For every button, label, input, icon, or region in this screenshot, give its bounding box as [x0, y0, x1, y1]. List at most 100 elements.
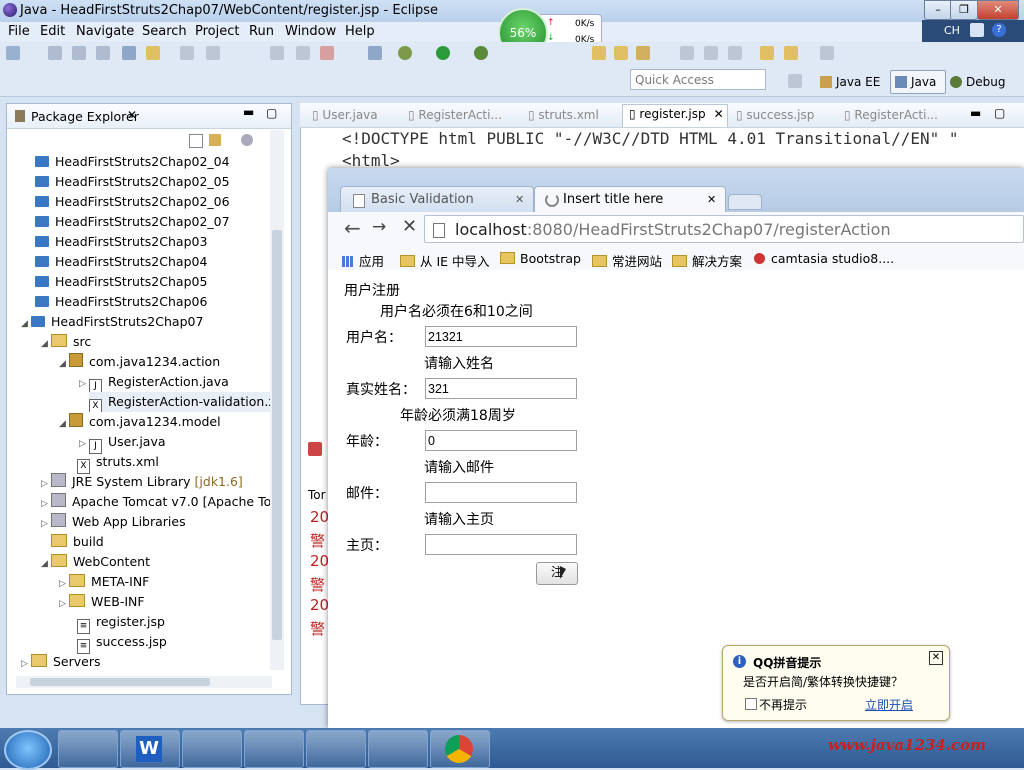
close-view-icon[interactable]: ✕: [127, 108, 137, 122]
expanded-arrow-icon[interactable]: ◢: [21, 314, 31, 334]
tree-item[interactable]: ≡ success.jsp: [77, 632, 167, 654]
scrollbar-thumb[interactable]: [272, 230, 282, 640]
tree-item[interactable]: ◢ WebContent: [41, 552, 150, 572]
help-icon[interactable]: ?: [992, 23, 1006, 37]
close-tab-icon[interactable]: ✕: [515, 187, 524, 213]
tree-item[interactable]: HeadFirstStruts2Chap04: [35, 252, 207, 272]
undo-icon[interactable]: [180, 46, 194, 60]
ime-language[interactable]: CH: [944, 24, 960, 37]
qq-popup-close-icon[interactable]: ✕: [929, 651, 943, 665]
taskbar-chrome-icon[interactable]: [430, 730, 490, 768]
homepage-input[interactable]: [425, 534, 577, 555]
editor-tab-success-jsp[interactable]: ▯ success.jsp: [736, 106, 814, 124]
menu-help[interactable]: Help: [345, 24, 375, 39]
age-input[interactable]: [425, 430, 577, 451]
keyboard-icon[interactable]: [970, 23, 984, 37]
tree-item[interactable]: HeadFirstStruts2Chap02_04: [35, 152, 230, 172]
new-tab-button[interactable]: [728, 194, 762, 210]
close-tab-icon[interactable]: ✕: [714, 107, 724, 121]
expanded-arrow-icon[interactable]: ◢: [41, 334, 51, 354]
terminate-icon[interactable]: [320, 46, 334, 60]
open-type-icon[interactable]: [146, 46, 160, 60]
pen-icon[interactable]: [636, 46, 650, 60]
new-folder-icon[interactable]: [592, 46, 606, 60]
prev-annotation-icon[interactable]: [704, 46, 718, 60]
quick-access-input[interactable]: Quick Access: [630, 69, 766, 90]
tree-item[interactable]: ▷ META-INF: [59, 572, 149, 592]
expanded-arrow-icon[interactable]: ◢: [59, 414, 69, 434]
tree-item[interactable]: HeadFirstStruts2Chap06: [35, 292, 207, 312]
editor-tab-user-java[interactable]: ▯ User.java: [312, 106, 378, 124]
menu-edit[interactable]: Edit: [40, 24, 65, 39]
browser-tab-basic-validation[interactable]: Basic Validation ✕: [340, 186, 534, 213]
tree-item[interactable]: ▷ Servers: [21, 652, 101, 672]
editor-maximize-icon[interactable]: ▢: [994, 106, 1005, 120]
forward-icon[interactable]: [784, 46, 798, 60]
collapsed-arrow-icon[interactable]: ▷: [79, 374, 89, 394]
nav-forward-icon[interactable]: [820, 46, 834, 60]
tree-item[interactable]: HeadFirstStruts2Chap02_07: [35, 212, 230, 232]
editor-tab-registeraction[interactable]: ▯ RegisterActi...: [408, 106, 502, 124]
editor-tab-register-jsp[interactable]: ▯ register.jsp ✕: [622, 104, 728, 127]
collapsed-arrow-icon[interactable]: ▷: [41, 474, 51, 494]
step-icon[interactable]: [270, 46, 284, 60]
bookmark-folder[interactable]: Bootstrap: [500, 251, 581, 266]
tree-item[interactable]: ◢ src: [41, 332, 91, 352]
new-icon[interactable]: [6, 46, 20, 60]
open-perspective-icon[interactable]: [788, 74, 802, 88]
tree-item[interactable]: ▷ Web App Libraries: [41, 512, 186, 532]
horizontal-scrollbar-thumb[interactable]: [30, 678, 210, 686]
editor-tab-registeraction-2[interactable]: ▯ RegisterActi...: [844, 106, 938, 124]
minimize-button[interactable]: –: [924, 0, 952, 20]
tree-item[interactable]: ◢ com.java1234.action: [59, 352, 220, 372]
taskbar-app-icon[interactable]: [182, 730, 242, 768]
skip-breakpoints-icon[interactable]: [368, 46, 382, 60]
save-icon[interactable]: [48, 46, 62, 60]
collapsed-arrow-icon[interactable]: ▷: [21, 654, 31, 674]
tree-item[interactable]: HeadFirstStruts2Chap05: [35, 272, 207, 292]
suspend-icon[interactable]: [296, 46, 310, 60]
close-tab-icon[interactable]: ✕: [707, 187, 716, 213]
collapsed-arrow-icon[interactable]: ▷: [79, 434, 89, 454]
collapsed-arrow-icon[interactable]: ▷: [59, 594, 69, 614]
maximize-view-icon[interactable]: ▢: [266, 106, 277, 120]
bookmark-folder[interactable]: 常进网站: [592, 251, 662, 270]
back-arrow-icon[interactable]: ←: [344, 216, 361, 240]
tree-item[interactable]: build: [51, 532, 104, 552]
bookmark-apps[interactable]: 应用: [342, 251, 384, 270]
ime-bar[interactable]: CH ?: [922, 20, 1024, 42]
collapse-all-icon[interactable]: [189, 134, 203, 148]
taskbar-app-icon[interactable]: [244, 730, 304, 768]
tree-item[interactable]: X RegisterAction-validation.xml: [89, 392, 275, 412]
perspective-java-ee[interactable]: Java EE: [820, 72, 880, 92]
tree-item[interactable]: HeadFirstStruts2Chap03: [35, 232, 207, 252]
redo-icon[interactable]: [206, 46, 220, 60]
collapsed-arrow-icon[interactable]: ▷: [59, 574, 69, 594]
menu-search[interactable]: Search: [142, 24, 187, 39]
tree-item[interactable]: HeadFirstStruts2Chap02_06: [35, 192, 230, 212]
tree-item[interactable]: ▷ Apache Tomcat v7.0 [Apache Tomcat v7.0]: [41, 492, 275, 512]
close-button[interactable]: ✕: [977, 0, 1019, 20]
register-submit-button[interactable]: 注: [536, 562, 578, 585]
tree-item[interactable]: ▷ WEB-INF: [59, 592, 145, 612]
bookmark-folder[interactable]: 从 IE 中导入: [400, 251, 490, 270]
menu-project[interactable]: Project: [195, 24, 239, 39]
run-external-icon[interactable]: [474, 46, 488, 60]
tree-item[interactable]: ▷ JRE System Library [jdk1.6]: [41, 472, 243, 492]
expanded-arrow-icon[interactable]: ◢: [59, 354, 69, 374]
debug-icon[interactable]: [398, 46, 412, 60]
collapsed-arrow-icon[interactable]: ▷: [41, 494, 51, 512]
taskbar-wps-writer-icon[interactable]: W: [120, 730, 180, 768]
expanded-arrow-icon[interactable]: ◢: [41, 554, 51, 574]
browser-tab-insert-title[interactable]: Insert title here ✕: [534, 186, 726, 213]
username-input[interactable]: [425, 326, 577, 347]
save-all-icon[interactable]: [72, 46, 86, 60]
forward-arrow-icon[interactable]: →: [372, 217, 386, 237]
next-annotation-icon[interactable]: [680, 46, 694, 60]
bookmark-camtasia[interactable]: camtasia studio8....: [754, 251, 894, 266]
taskbar-explorer-icon[interactable]: [368, 730, 428, 768]
collapsed-arrow-icon[interactable]: ▷: [41, 514, 51, 534]
tree-item[interactable]: ≡ register.jsp: [77, 612, 165, 634]
tree-item[interactable]: ▷ J User.java: [79, 432, 166, 454]
email-input[interactable]: [425, 482, 577, 503]
